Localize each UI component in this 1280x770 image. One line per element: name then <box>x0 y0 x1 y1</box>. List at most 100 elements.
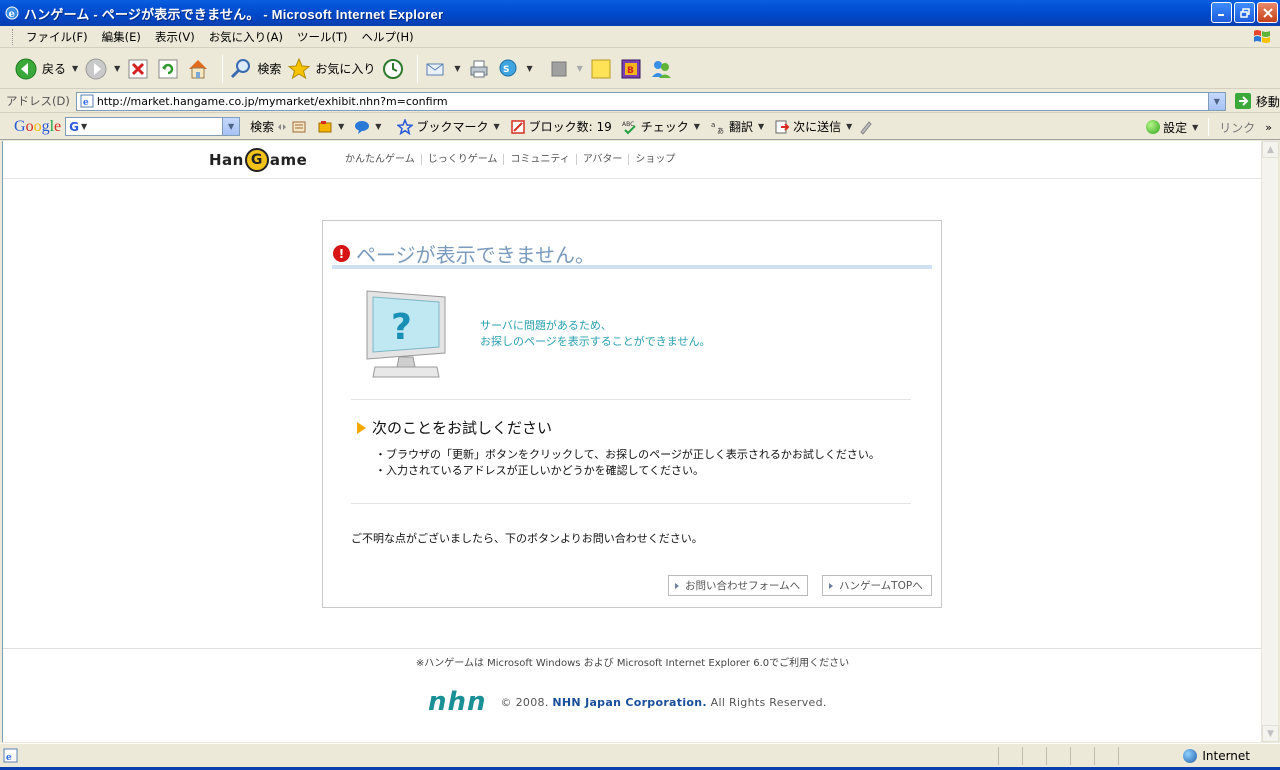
contact-form-label: お問い合わせフォームへ <box>685 580 801 592</box>
google-search-button[interactable]: 検索 <box>250 118 287 135</box>
gray-tool-button[interactable]: ▼ <box>547 57 583 81</box>
address-label: アドレス(D) <box>6 94 70 108</box>
send-to-icon <box>775 120 790 133</box>
minimize-button[interactable] <box>1211 2 1232 23</box>
spell-check-button[interactable]: ABC チェック ▼ <box>622 118 700 135</box>
contact-form-button[interactable]: お問い合わせフォームへ <box>668 575 808 596</box>
button-arrow-icon <box>829 582 833 589</box>
refresh-icon <box>156 57 180 81</box>
title-bar: e ハンゲーム - ページが表示できません。 - Microsoft Inter… <box>0 0 1280 26</box>
restore-button[interactable] <box>1234 2 1255 23</box>
menu-file[interactable]: ファイル(F) <box>19 29 95 45</box>
page-icon: e <box>80 94 94 108</box>
svg-text:?: ? <box>391 307 412 348</box>
search-icon <box>229 57 253 81</box>
menu-help[interactable]: ヘルプ(H) <box>355 29 421 45</box>
logo-text-right: ame <box>269 151 308 169</box>
zone-label: Internet <box>1202 749 1250 763</box>
search-button[interactable]: 検索 <box>229 57 281 81</box>
address-dropdown-icon[interactable]: ▼ <box>1207 92 1225 110</box>
address-input[interactable]: e http://market.hangame.co.jp/mymarket/e… <box>75 91 1226 111</box>
more-chevron-icon[interactable]: » <box>1265 121 1272 134</box>
settings-button[interactable]: 設定 ▼ <box>1146 119 1198 136</box>
people-button[interactable] <box>649 57 673 81</box>
news-button[interactable] <box>291 119 307 135</box>
windows-flag-icon <box>1254 30 1270 43</box>
inquiry-text: ご不明な点がございましたら、下のボタンよりお問い合わせください。 <box>351 532 703 545</box>
chat-button[interactable]: ▼ <box>354 119 381 135</box>
translate-label: 翻訳 <box>728 120 753 134</box>
send-label: 次に送信 <box>793 120 842 134</box>
nhn-logo[interactable]: nhn <box>428 687 487 717</box>
nav-avatar[interactable]: アバター <box>575 154 629 165</box>
messenger-dropdown-icon[interactable]: ▼ <box>527 64 533 73</box>
google-search-input[interactable]: G ▼ ▼ <box>65 117 241 136</box>
nav-easy-games[interactable]: かんたんゲーム <box>345 154 421 165</box>
hangame-top-button[interactable]: ハンゲームTOPへ <box>822 575 932 596</box>
mail-dropdown-icon[interactable]: ▼ <box>454 64 460 73</box>
address-bar: アドレス(D) e http://market.hangame.co.jp/my… <box>0 90 1280 113</box>
status-pane <box>1022 747 1023 765</box>
forward-dropdown-icon[interactable]: ▼ <box>114 64 120 73</box>
highlight-button[interactable] <box>858 119 874 135</box>
back-label: 戻る <box>42 62 67 76</box>
back-button[interactable]: 戻る ▼ <box>14 57 78 81</box>
copyright-prefix: © 2008. <box>500 695 549 709</box>
translate-button[interactable]: aあ 翻訳 ▼ <box>710 118 764 135</box>
bookmarks-button[interactable]: ブックマーク ▼ <box>397 118 500 135</box>
footer-divider <box>3 648 1261 649</box>
popup-blocker-menu-button[interactable]: ▼ <box>317 119 344 135</box>
mail-button[interactable]: ▼ <box>424 57 461 81</box>
chat-bubble-icon <box>355 120 370 134</box>
scroll-down-icon[interactable]: ▼ <box>1262 725 1279 742</box>
search-label: 検索 <box>257 62 282 76</box>
gray-tool-dropdown-icon[interactable]: ▼ <box>577 64 583 73</box>
menu-view[interactable]: 表示(V) <box>148 29 202 45</box>
scroll-up-icon[interactable]: ▲ <box>1262 141 1279 158</box>
forward-button[interactable]: ▼ <box>84 57 120 81</box>
menu-bar: ファイル(F) 編集(E) 表示(V) お気に入り(A) ツール(T) ヘルプ(… <box>0 26 1280 48</box>
nav-deep-games[interactable]: じっくりゲーム <box>420 154 504 165</box>
home-button[interactable] <box>186 57 210 81</box>
bookmark-star-icon <box>397 118 414 135</box>
spell-check-icon: ABC <box>622 121 636 134</box>
go-arrow-icon <box>1234 93 1251 109</box>
note-button[interactable] <box>589 57 613 81</box>
menu-edit[interactable]: 編集(E) <box>95 29 148 45</box>
print-button[interactable] <box>467 57 491 81</box>
toolbar-folder-icon <box>318 120 332 132</box>
history-button[interactable] <box>381 57 405 81</box>
menu-favorites[interactable]: お気に入り(A) <box>202 29 290 45</box>
vertical-scrollbar[interactable]: ▲ ▼ <box>1261 141 1279 742</box>
go-button[interactable]: 移動 <box>1234 92 1280 110</box>
links-label[interactable]: リンク <box>1219 119 1255 136</box>
messenger-button[interactable]: S ▼ <box>497 57 533 81</box>
page-viewport: Han G ame かんたんゲーム じっくりゲーム コミュニティ アバター ショ… <box>2 141 1261 742</box>
back-dropdown-icon[interactable]: ▼ <box>72 64 78 73</box>
google-search-dropdown-icon[interactable]: ▼ <box>222 118 240 135</box>
svg-text:あ: あ <box>717 127 724 135</box>
error-message: サーバに問題があるため、 お探しのページを表示することができません。 <box>480 318 710 350</box>
google-toolbar: Google G ▼ ▼ 検索 ▼ ▼ ブックマーク ▼ ブロック数: 19 AB… <box>0 114 1280 140</box>
hangame-logo[interactable]: Han G ame <box>209 147 307 173</box>
nav-community[interactable]: コミュニティ <box>503 154 575 165</box>
copyright-company: NHN Japan Corporation. <box>552 695 707 709</box>
favorites-label: お気に入り <box>315 62 376 76</box>
copyright-suffix: All Rights Reserved. <box>710 695 827 709</box>
close-button[interactable] <box>1257 2 1278 23</box>
monitor-question-icon: ? <box>366 290 446 378</box>
menu-tools[interactable]: ツール(T) <box>290 29 355 45</box>
refresh-button[interactable] <box>156 57 180 81</box>
popup-block-count[interactable]: ブロック数: 19 <box>510 118 612 135</box>
toolbar-separator <box>222 54 224 83</box>
nav-shop[interactable]: ショップ <box>628 154 681 165</box>
site-nav: かんたんゲーム じっくりゲーム コミュニティ アバター ショップ <box>345 154 681 165</box>
research-button[interactable]: B <box>619 57 643 81</box>
mail-icon <box>424 57 448 81</box>
send-to-button[interactable]: 次に送信 ▼ <box>774 118 852 135</box>
stop-button[interactable] <box>126 57 150 81</box>
triangle-bullet-icon <box>357 421 366 434</box>
favorites-button[interactable]: お気に入り <box>287 57 375 81</box>
ie-icon: e <box>5 6 19 20</box>
standard-toolbar: 戻る ▼ ▼ 検索 お気に入り ▼ S ▼ ▼ B <box>0 49 1280 89</box>
